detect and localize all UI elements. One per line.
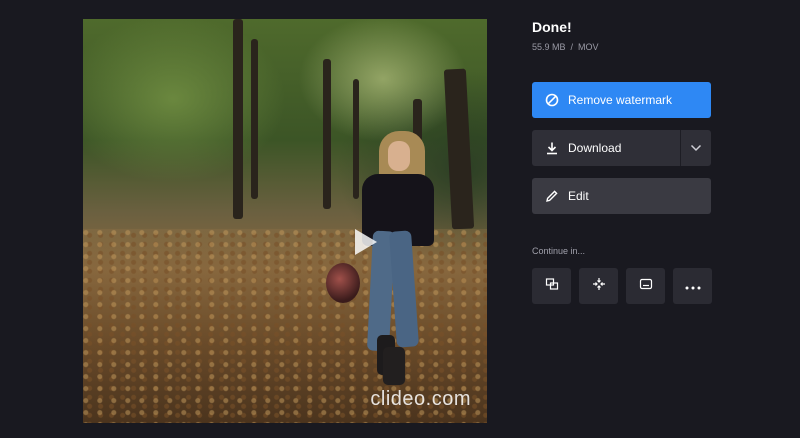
merge-tool-button[interactable]	[532, 268, 571, 304]
subtitles-icon	[639, 277, 653, 296]
watermark: clideo.com	[370, 388, 471, 410]
download-button-group: Download	[532, 130, 711, 166]
edit-label: Edit	[568, 189, 589, 203]
chevron-down-icon	[690, 141, 702, 155]
download-options-button[interactable]	[681, 130, 711, 166]
play-icon[interactable]	[348, 224, 384, 260]
no-entry-icon	[545, 93, 559, 107]
file-size: 55.9 MB	[532, 42, 566, 52]
subtitles-tool-button[interactable]	[626, 268, 665, 304]
meta-separator: /	[570, 42, 574, 52]
file-meta: 55.9 MB / MOV	[532, 42, 599, 52]
download-icon	[545, 141, 559, 155]
pencil-icon	[545, 189, 559, 203]
download-button[interactable]: Download	[532, 130, 680, 166]
continue-tools	[532, 268, 712, 304]
status-title: Done!	[532, 19, 572, 35]
more-icon	[685, 277, 701, 295]
compress-icon	[592, 277, 606, 296]
remove-watermark-label: Remove watermark	[568, 93, 673, 107]
merge-icon	[545, 277, 559, 296]
compress-tool-button[interactable]	[579, 268, 618, 304]
edit-button[interactable]: Edit	[532, 178, 711, 214]
download-label: Download	[568, 141, 622, 155]
file-format: MOV	[578, 42, 599, 52]
video-preview[interactable]: clideo.com	[83, 19, 487, 423]
remove-watermark-button[interactable]: Remove watermark	[532, 82, 711, 118]
continue-label: Continue in...	[532, 246, 586, 256]
more-tools-button[interactable]	[673, 268, 712, 304]
helmet	[326, 263, 360, 303]
